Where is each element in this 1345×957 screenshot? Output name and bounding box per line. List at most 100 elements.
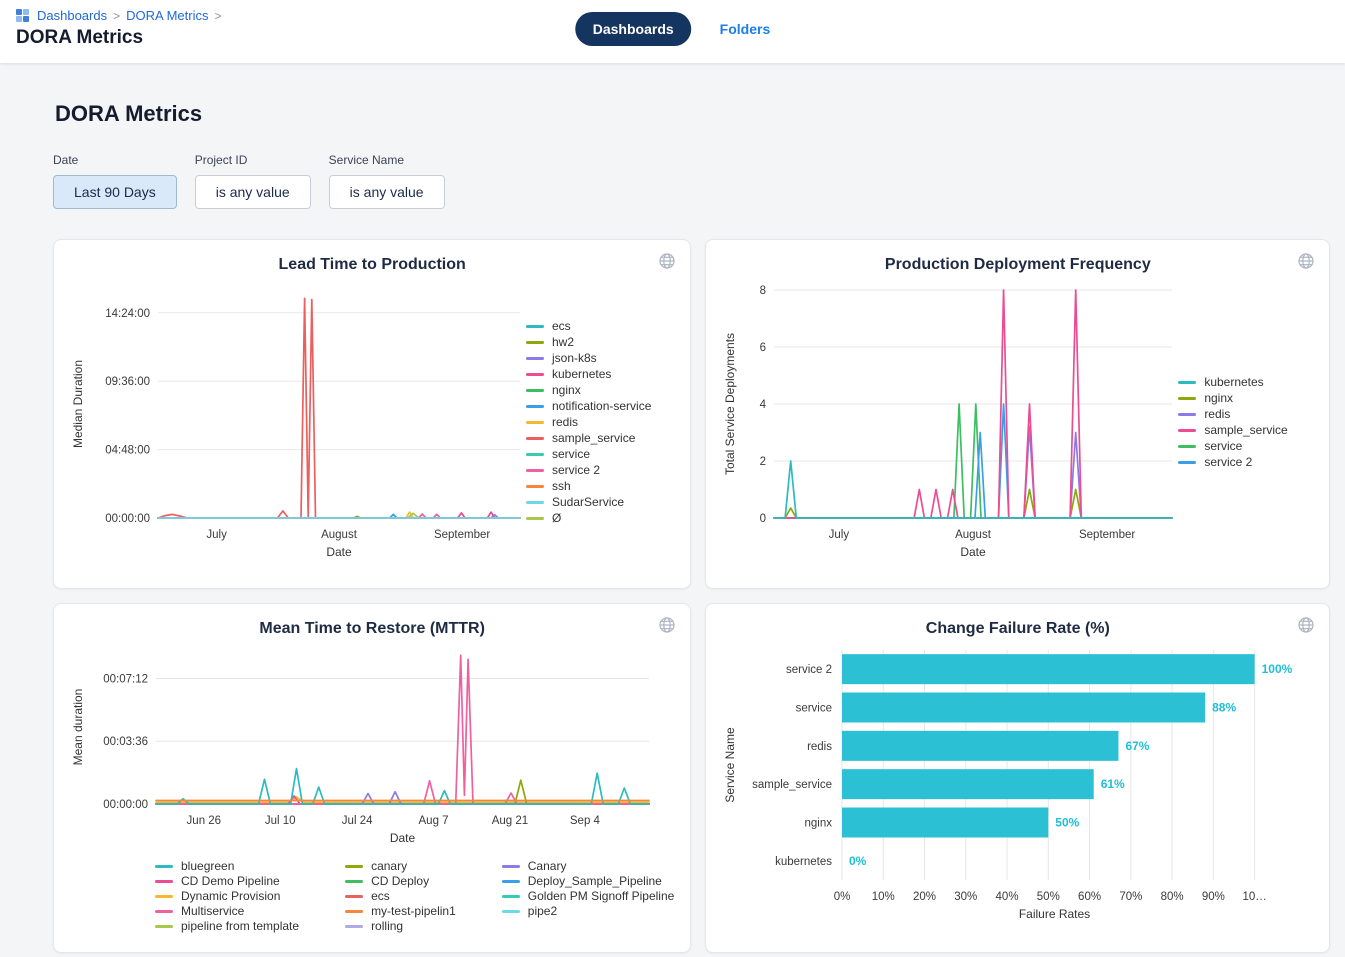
legend-item[interactable]: service 2 — [526, 463, 660, 478]
legend-item[interactable]: pipeline from template — [155, 919, 299, 934]
svg-text:00:00:00: 00:00:00 — [103, 799, 148, 811]
legend-item[interactable]: kubernetes — [526, 367, 660, 382]
svg-text:6: 6 — [760, 342, 766, 354]
svg-text:10…: 10… — [1243, 891, 1267, 903]
legend-swatch — [1178, 397, 1196, 400]
legend-item[interactable]: Deploy_Sample_Pipeline — [502, 874, 675, 889]
svg-text:4: 4 — [760, 399, 767, 411]
legend-item[interactable]: Canary — [502, 859, 675, 874]
legend-item[interactable]: ecs — [526, 319, 660, 334]
svg-text:Median Duration: Median Duration — [71, 360, 85, 448]
legend-item[interactable]: sample_service — [526, 431, 660, 446]
globe-icon[interactable] — [658, 616, 676, 634]
filter-project-id-label: Project ID — [195, 153, 311, 167]
legend-item[interactable]: nginx — [526, 383, 660, 398]
legend-label: ecs — [552, 319, 571, 334]
globe-icon[interactable] — [1297, 616, 1315, 634]
filter-project-id-value-button[interactable]: is any value — [195, 175, 311, 209]
svg-text:sample_service: sample_service — [752, 779, 832, 791]
legend-item[interactable]: canary — [345, 859, 456, 874]
change-failure-rate-chart[interactable]: 0%10%20%30%40%50%60%70%80%90%10…service … — [722, 638, 1313, 936]
filter-service-name-value-button[interactable]: is any value — [329, 175, 445, 209]
svg-text:August: August — [321, 529, 358, 541]
breadcrumb-dashboards-link[interactable]: Dashboards — [37, 8, 107, 23]
legend-item[interactable]: kubernetes — [1178, 375, 1312, 390]
legend-label: nginx — [552, 383, 581, 398]
legend-item[interactable]: sample_service — [1178, 423, 1312, 438]
legend-label: Multiservice — [181, 904, 244, 919]
chart-title: Lead Time to Production — [70, 252, 674, 274]
legend-swatch — [526, 469, 544, 472]
legend-swatch — [526, 453, 544, 456]
tab-dashboards[interactable]: Dashboards — [575, 12, 692, 46]
legend-item[interactable]: ecs — [345, 889, 456, 904]
card-change-failure-rate: Change Failure Rate (%) 0%10%20%30%40%50… — [705, 603, 1330, 953]
legend-item[interactable]: CD Demo Pipeline — [155, 874, 299, 889]
breadcrumb-dora-metrics-link[interactable]: DORA Metrics — [126, 8, 208, 23]
legend-item[interactable]: bluegreen — [155, 859, 299, 874]
mttr-legend: bluegreenCD Demo PipelineDynamic Provisi… — [155, 859, 674, 934]
legend-swatch — [345, 865, 363, 868]
legend-item[interactable]: service — [1178, 439, 1312, 454]
legend-item[interactable]: pipe2 — [502, 904, 675, 919]
legend-item[interactable]: json-k8s — [526, 351, 660, 366]
legend-item[interactable]: Dynamic Provision — [155, 889, 299, 904]
svg-text:90%: 90% — [1202, 891, 1225, 903]
svg-text:8: 8 — [760, 285, 766, 297]
svg-text:60%: 60% — [1078, 891, 1101, 903]
globe-icon[interactable] — [1297, 252, 1315, 270]
legend-item[interactable]: Ø — [526, 511, 660, 526]
legend-item[interactable]: hw2 — [526, 335, 660, 350]
svg-text:61%: 61% — [1101, 777, 1125, 791]
legend-item[interactable]: CD Deploy — [345, 874, 456, 889]
legend-swatch — [345, 925, 363, 928]
chart-title: Change Failure Rate (%) — [722, 616, 1313, 638]
filter-date-label: Date — [53, 153, 177, 167]
filter-service-name-label: Service Name — [329, 153, 445, 167]
svg-text:14:24:00: 14:24:00 — [105, 308, 150, 320]
deployment-frequency-chart[interactable]: 02468JulyAugustSeptemberDateTotal Servic… — [722, 274, 1178, 570]
legend-swatch — [526, 325, 544, 328]
legend-item[interactable]: SudarService — [526, 495, 660, 510]
legend-item[interactable]: redis — [1178, 407, 1312, 422]
lead-time-chart[interactable]: 00:00:0004:48:0009:36:0014:24:00JulyAugu… — [70, 274, 526, 570]
mttr-chart[interactable]: 00:00:0000:03:3600:07:12Jun 26Jul 10Jul … — [70, 638, 661, 846]
legend-swatch — [1178, 381, 1196, 384]
svg-text:10%: 10% — [872, 891, 895, 903]
legend-label: Canary — [528, 859, 567, 874]
legend-label: redis — [552, 415, 578, 430]
legend-label: sample_service — [552, 431, 635, 446]
legend-swatch — [526, 517, 544, 520]
legend-label: bluegreen — [181, 859, 234, 874]
legend-item[interactable]: Multiservice — [155, 904, 299, 919]
svg-text:Aug 7: Aug 7 — [419, 815, 449, 827]
legend-item[interactable]: my-test-pipelin1 — [345, 904, 456, 919]
svg-text:Aug 21: Aug 21 — [492, 815, 528, 827]
legend-swatch — [502, 910, 520, 913]
legend-label: service 2 — [1204, 455, 1252, 470]
legend-swatch — [1178, 413, 1196, 416]
legend-item[interactable]: ssh — [526, 479, 660, 494]
chart-title: Production Deployment Frequency — [722, 252, 1313, 274]
svg-text:00:07:12: 00:07:12 — [103, 673, 148, 685]
svg-text:50%: 50% — [1056, 816, 1080, 830]
globe-icon[interactable] — [658, 252, 676, 270]
filter-date-value-button[interactable]: Last 90 Days — [53, 175, 177, 209]
legend-item[interactable]: service 2 — [1178, 455, 1312, 470]
legend-swatch — [1178, 445, 1196, 448]
tab-folders[interactable]: Folders — [720, 21, 771, 37]
svg-text:kubernetes: kubernetes — [775, 856, 832, 868]
legend-item[interactable]: service — [526, 447, 660, 462]
legend-item[interactable]: notification-service — [526, 399, 660, 414]
legend-item[interactable]: rolling — [345, 919, 456, 934]
svg-text:July: July — [829, 529, 850, 541]
legend-label: service — [552, 447, 590, 462]
legend-item[interactable]: nginx — [1178, 391, 1312, 406]
svg-text:80%: 80% — [1161, 891, 1184, 903]
legend-item[interactable]: redis — [526, 415, 660, 430]
svg-text:20%: 20% — [913, 891, 936, 903]
legend-label: rolling — [371, 919, 403, 934]
legend-swatch — [502, 895, 520, 898]
legend-item[interactable]: Golden PM Signoff Pipeline — [502, 889, 675, 904]
svg-text:50%: 50% — [1037, 891, 1060, 903]
